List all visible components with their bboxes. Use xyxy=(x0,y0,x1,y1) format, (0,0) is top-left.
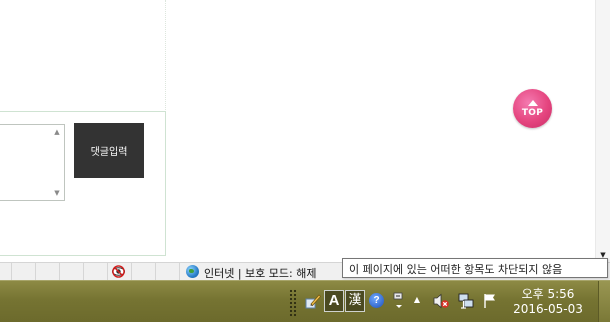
clock-date: 2016-05-03 xyxy=(513,302,583,316)
arrow-up-icon xyxy=(527,99,538,106)
status-cell xyxy=(132,263,156,280)
comment-submit-button[interactable]: 댓글입력 xyxy=(74,123,144,178)
status-cell xyxy=(84,263,108,280)
scroll-to-top-button[interactable]: TOP xyxy=(513,89,552,128)
status-cell xyxy=(0,263,12,280)
volume-muted-icon[interactable] xyxy=(432,292,450,310)
textarea-scroll-up-icon[interactable]: ▲ xyxy=(52,127,62,137)
network-icon[interactable] xyxy=(457,292,475,310)
internet-zone-globe-icon[interactable] xyxy=(186,265,199,278)
system-clock[interactable]: 오후 5:56 2016-05-03 xyxy=(508,287,588,317)
show-desktop-button[interactable] xyxy=(598,281,610,322)
content-divider xyxy=(165,0,166,110)
tray-expand-icon[interactable]: ▲ xyxy=(412,295,422,305)
privacy-report-icon[interactable] xyxy=(112,265,125,278)
status-tooltip: 이 페이지에 있는 어떠한 항목도 차단되지 않음 xyxy=(342,258,608,278)
status-cell xyxy=(36,263,60,280)
vertical-scrollbar[interactable]: ▼ xyxy=(595,0,610,262)
action-center-flag-icon[interactable] xyxy=(482,292,498,310)
ime-menu-icon[interactable] xyxy=(393,291,405,311)
clock-time: 오후 5:56 xyxy=(521,287,575,301)
status-cell xyxy=(156,263,180,280)
page-content: ▲ ▼ 댓글입력 TOP xyxy=(0,0,595,262)
help-icon[interactable]: ? xyxy=(369,293,384,308)
textarea-scroll-down-icon[interactable]: ▼ xyxy=(52,188,62,198)
toolbar-grip[interactable] xyxy=(289,289,297,317)
top-button-label: TOP xyxy=(521,107,544,118)
taskbar: A 漢 ? ▲ 오후 5:56 2016-05-03 xyxy=(0,280,610,322)
status-cell xyxy=(60,263,84,280)
comment-textarea[interactable]: ▲ ▼ xyxy=(0,124,65,201)
security-zone-text[interactable]: 인터넷 | 보호 모드: 해제 xyxy=(204,265,316,281)
ime-pen-icon[interactable] xyxy=(305,293,321,309)
ime-hanja-button[interactable]: 漢 xyxy=(345,290,365,312)
comment-panel: ▲ ▼ 댓글입력 xyxy=(0,111,166,256)
status-cell xyxy=(12,263,36,280)
ime-input-mode-button[interactable]: A xyxy=(324,290,344,312)
